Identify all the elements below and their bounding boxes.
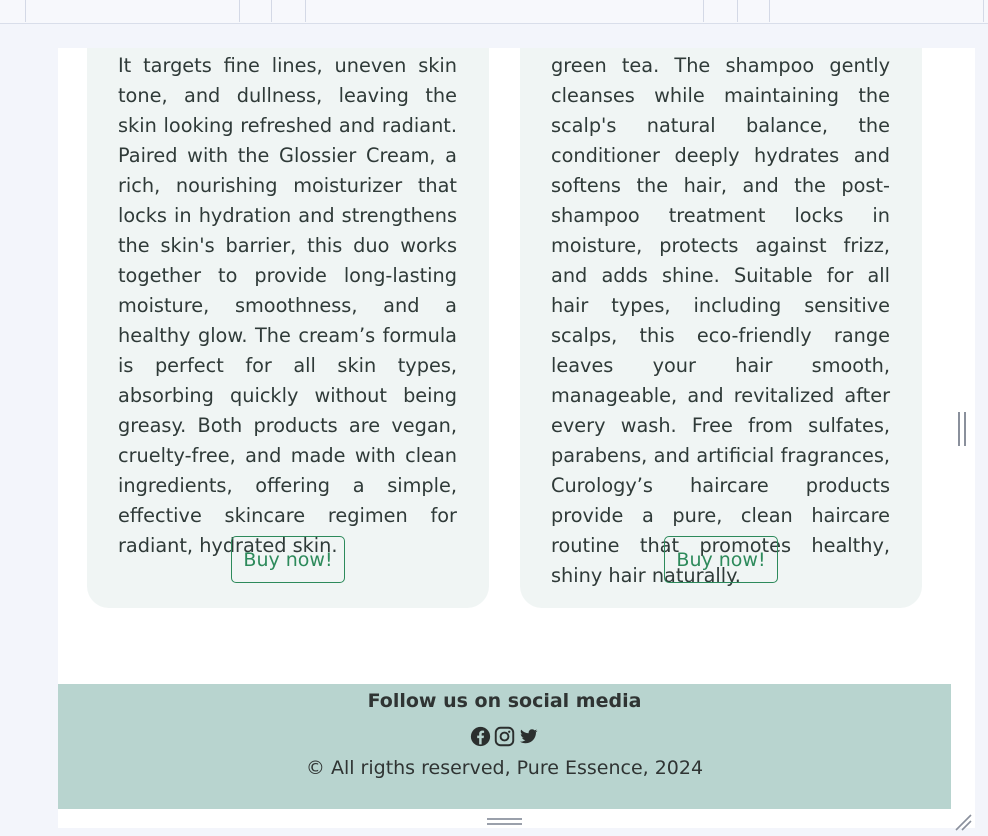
product-description: It targets fine lines, uneven skin tone,… [118,54,457,557]
buy-now-button[interactable]: Buy now! [231,536,345,583]
top-bar-divider [271,0,272,22]
top-bar-divider [25,0,26,22]
page-viewport: It targets fine lines, uneven skin tone,… [58,48,975,828]
vertical-resize-handle[interactable] [958,412,967,446]
top-bar-divider [737,0,738,22]
product-card-haircare: green tea. The shampoo gently cleanses w… [520,48,922,608]
top-bar-divider [983,0,984,22]
top-bar-divider [769,0,770,22]
resize-grip-icon[interactable] [953,813,973,831]
top-bar-divider [703,0,704,22]
site-footer: Follow us on social media © All rigths r… [58,684,951,809]
copyright-text: © All rigths reserved, Pure Essence, 202… [305,757,704,779]
buy-now-button[interactable]: Buy now! [664,536,778,583]
product-card-skincare: It targets fine lines, uneven skin tone,… [87,48,489,608]
browser-top-bar [0,0,988,24]
product-description: green tea. The shampoo gently cleanses w… [551,54,890,587]
facebook-icon[interactable] [470,726,491,747]
social-icons [58,726,951,747]
horizontal-resize-handle[interactable] [487,818,522,827]
top-bar-divider [239,0,240,22]
follow-heading: Follow us on social media [367,690,642,712]
twitter-icon[interactable] [518,726,539,747]
top-bar-divider [305,0,306,22]
instagram-icon[interactable] [494,726,515,747]
